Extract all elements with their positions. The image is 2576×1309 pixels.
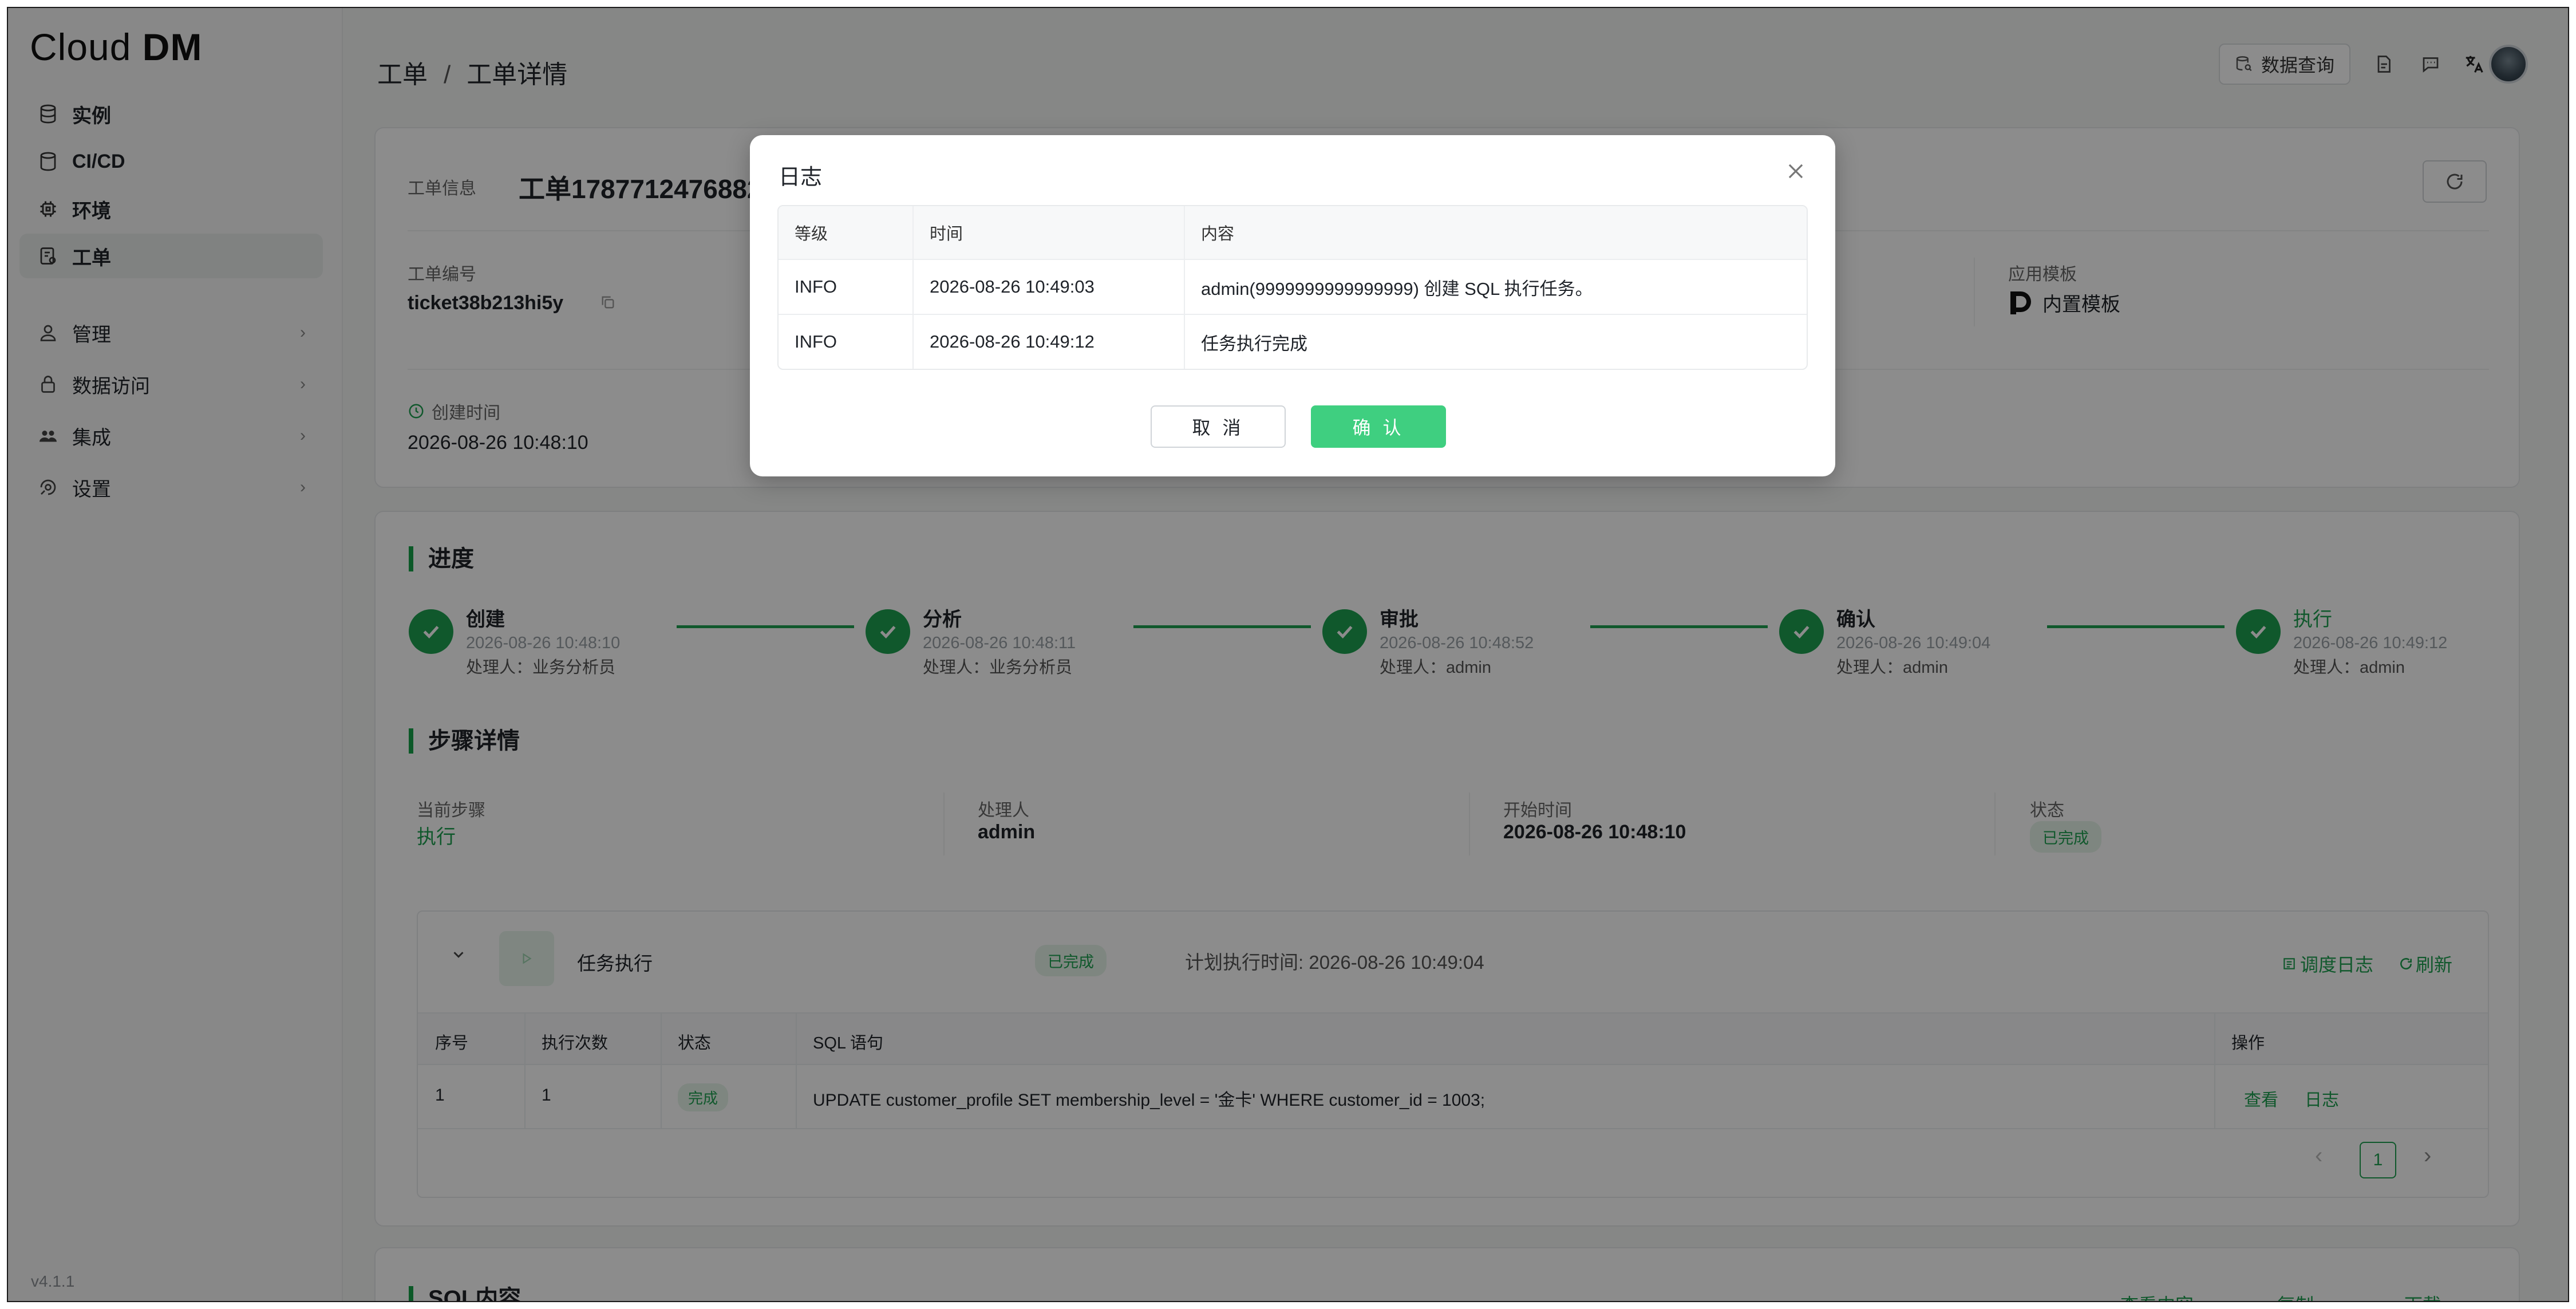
confirm-button[interactable]: 确 认	[1311, 405, 1446, 448]
col-level: 等级	[779, 206, 914, 259]
log-table-header: 等级 时间 内容	[779, 206, 1807, 259]
app-window: Cloud DM 实例 CI/CD 环境 工单 管理 › 数据访问 › 集成 ›…	[7, 7, 2569, 1302]
modal-title: 日志	[779, 165, 823, 190]
table-row: INFO 2026-08-26 10:49:12 任务执行完成	[779, 314, 1807, 369]
close-icon[interactable]	[1785, 160, 1808, 183]
table-row: INFO 2026-08-26 10:49:03 admin(999999999…	[779, 259, 1807, 314]
log-table: 等级 时间 内容 INFO 2026-08-26 10:49:03 admin(…	[777, 205, 1808, 370]
cancel-button[interactable]: 取 消	[1151, 405, 1286, 448]
col-time: 时间	[914, 206, 1185, 259]
col-content: 内容	[1201, 225, 1235, 243]
log-modal: 日志 等级 时间 内容 INFO 2026-08-26 10:49:03 adm…	[750, 135, 1835, 476]
